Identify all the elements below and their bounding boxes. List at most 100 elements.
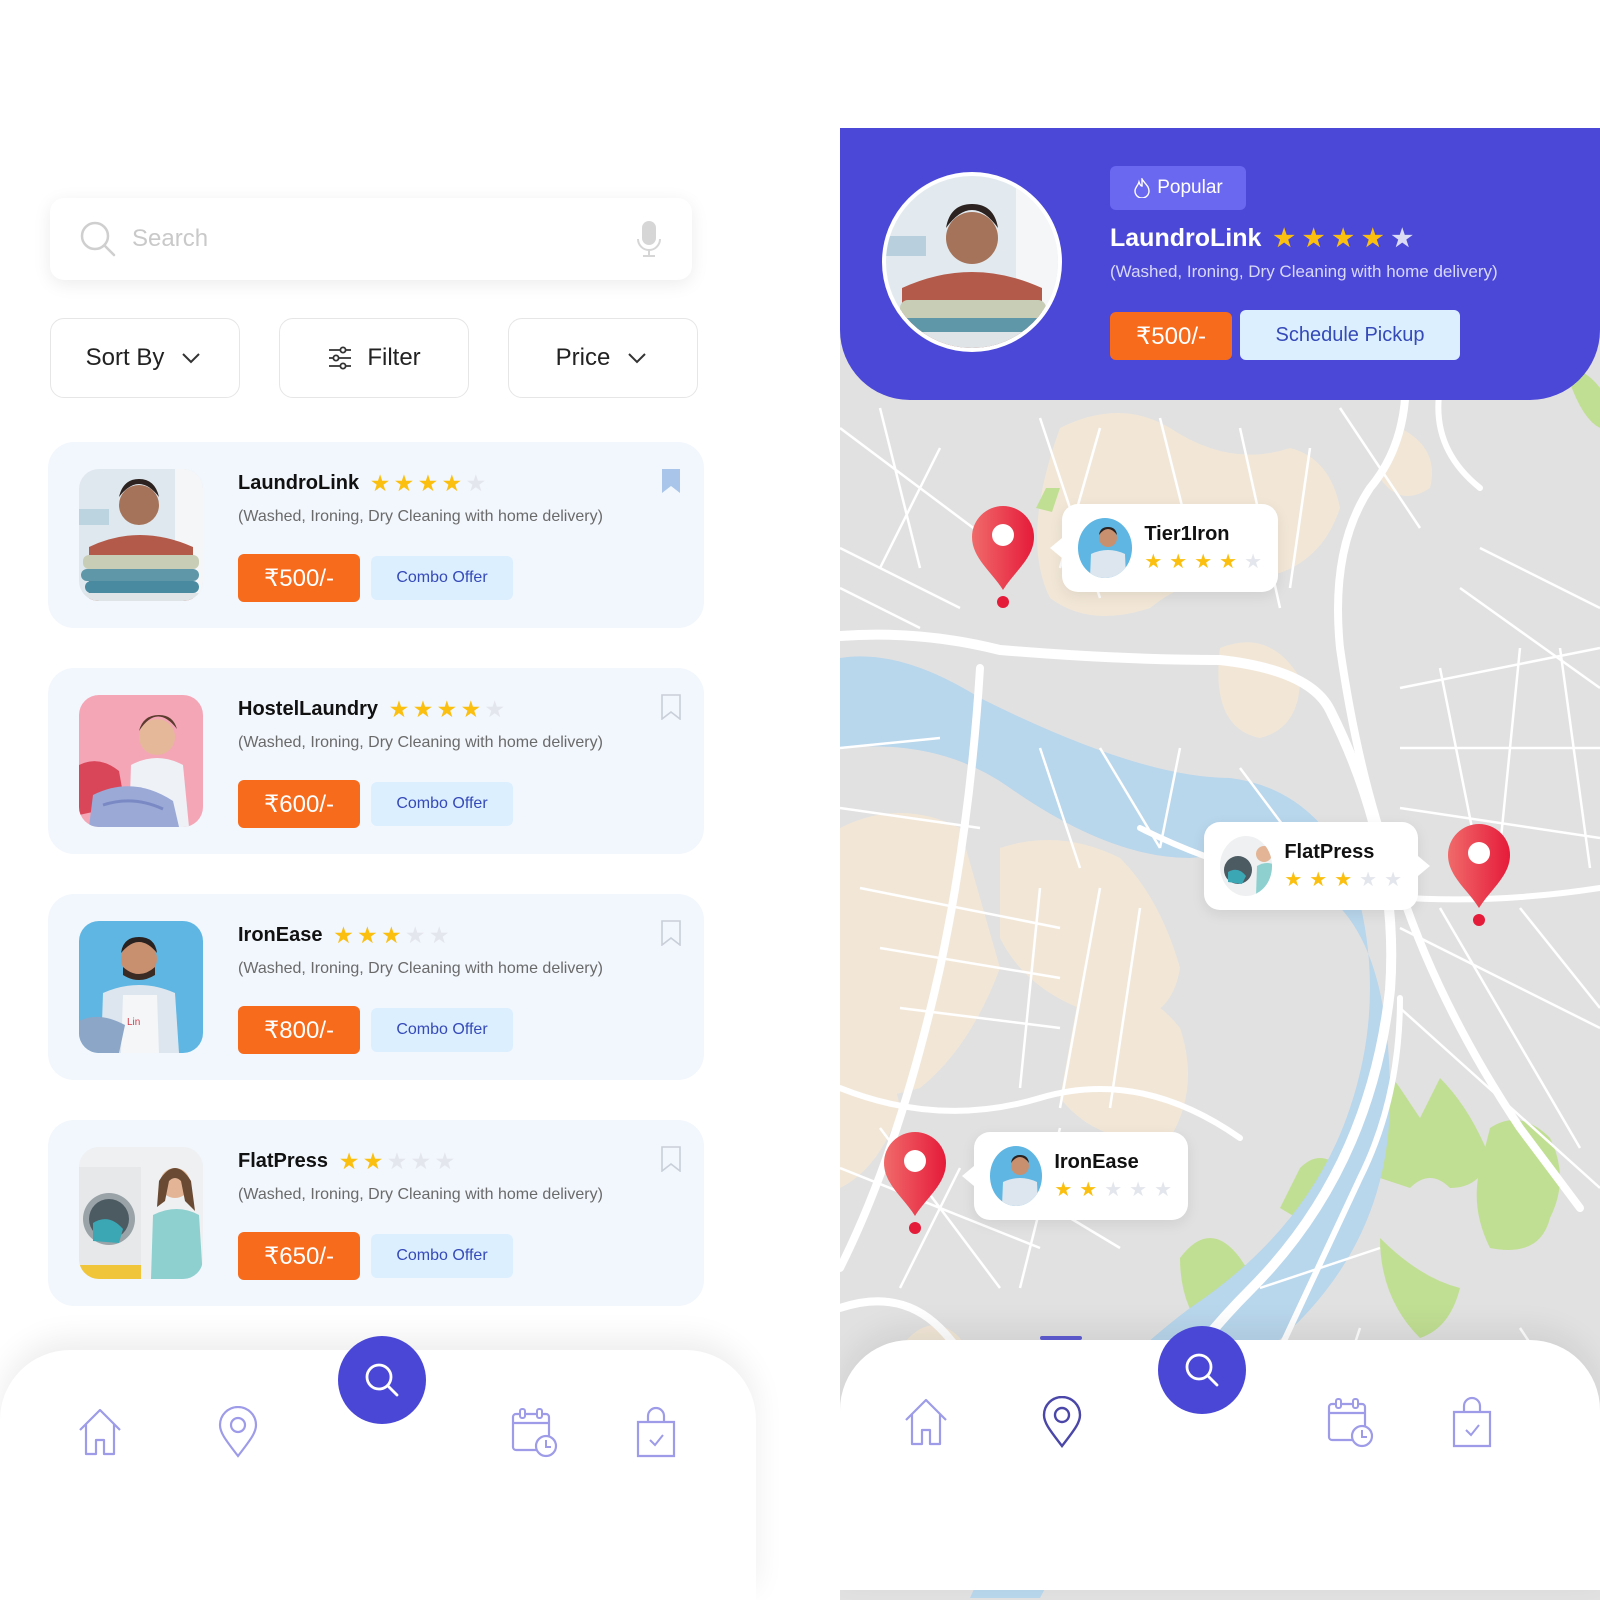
bookmark-filled-icon[interactable] bbox=[660, 468, 682, 494]
combo-offer-button[interactable]: Combo Offer bbox=[371, 1008, 513, 1052]
marker-provider-name: IronEase bbox=[1054, 1151, 1139, 1173]
sliders-icon bbox=[329, 346, 352, 370]
star-filled-icon: ★ bbox=[418, 472, 437, 495]
star-rating: ★ ★ ★ ★ ★ bbox=[1273, 224, 1413, 252]
star-filled-icon: ★ bbox=[371, 472, 390, 495]
star-filled-icon: ★ bbox=[1219, 551, 1238, 573]
location-icon[interactable] bbox=[214, 1406, 262, 1458]
sort-by-label: Sort By bbox=[85, 344, 165, 371]
marker-provider-name: Tier1Iron bbox=[1144, 523, 1230, 545]
bookmark-icon[interactable] bbox=[660, 694, 682, 720]
map-marker-card[interactable]: Tier1Iron ★ ★ ★ ★ ★ bbox=[1050, 504, 1278, 592]
marker-avatar bbox=[1220, 836, 1273, 896]
star-empty-icon: ★ bbox=[406, 924, 425, 947]
star-filled-icon: ★ bbox=[1334, 869, 1353, 891]
star-filled-icon: ★ bbox=[1302, 224, 1325, 252]
star-rating: ★ ★ ★ ★ ★ bbox=[390, 700, 504, 720]
price-tag: ₹800/- bbox=[238, 1006, 360, 1054]
star-filled-icon: ★ bbox=[340, 1150, 358, 1173]
schedule-pickup-button[interactable]: Schedule Pickup bbox=[1240, 310, 1460, 360]
microphone-icon[interactable] bbox=[634, 219, 664, 259]
star-filled-icon: ★ bbox=[1309, 869, 1328, 891]
combo-offer-button[interactable]: Combo Offer bbox=[371, 1234, 513, 1278]
marker-provider-name: FlatPress bbox=[1284, 841, 1375, 863]
search-input[interactable]: Search bbox=[132, 225, 634, 253]
bookmark-icon[interactable] bbox=[660, 920, 682, 946]
flame-icon bbox=[1134, 178, 1150, 198]
schedule-calendar-icon[interactable] bbox=[510, 1406, 558, 1458]
home-icon[interactable] bbox=[76, 1406, 124, 1458]
popular-badge: Popular bbox=[1110, 166, 1246, 210]
provider-photo bbox=[79, 469, 203, 601]
search-icon bbox=[80, 221, 116, 257]
map-pin-icon[interactable] bbox=[882, 1130, 948, 1240]
map-screen: Popular LaundroLink ★ ★ ★ ★ ★ (Washed, Ironi… bbox=[840, 128, 1600, 1600]
chevron-down-icon bbox=[628, 353, 647, 364]
price-label: Price bbox=[555, 344, 611, 371]
laundry-card[interactable]: HostelLaundry ★ ★ ★ ★ ★ (Washed, Ironing, Dr… bbox=[48, 668, 704, 854]
shopping-bag-icon[interactable] bbox=[632, 1406, 680, 1458]
marker-avatar bbox=[1078, 518, 1133, 578]
location-icon[interactable] bbox=[1038, 1396, 1086, 1448]
service-description: (Washed, Ironing, Dry Cleaning with home… bbox=[238, 960, 603, 977]
bottom-navigation bbox=[840, 1326, 1600, 1590]
star-filled-icon: ★ bbox=[395, 472, 413, 495]
svg-text:Lin: Lin bbox=[127, 1017, 140, 1028]
bookmark-icon[interactable] bbox=[660, 1146, 682, 1172]
schedule-calendar-icon[interactable] bbox=[1326, 1396, 1374, 1448]
star-filled-icon: ★ bbox=[413, 698, 432, 721]
star-rating: ★ ★ ★ ★ ★ bbox=[371, 474, 485, 494]
card-title-row: HostelLaundry ★ ★ ★ ★ ★ bbox=[238, 698, 504, 721]
combo-offer-button[interactable]: Combo Offer bbox=[371, 782, 513, 826]
home-icon[interactable] bbox=[902, 1396, 950, 1448]
provider-name: LaundroLink bbox=[238, 472, 360, 494]
star-empty-icon: ★ bbox=[430, 924, 449, 947]
filter-button[interactable]: Filter bbox=[279, 318, 469, 398]
price-tag: ₹500/- bbox=[238, 554, 360, 602]
star-rating: ★ ★ ★ ★ ★ bbox=[340, 1152, 454, 1172]
combo-offer-button[interactable]: Combo Offer bbox=[371, 556, 513, 600]
featured-provider-card: Popular LaundroLink ★ ★ ★ ★ ★ (Washed, Ironi… bbox=[840, 128, 1600, 400]
bottom-navigation bbox=[0, 1336, 756, 1600]
provider-name: FlatPress bbox=[238, 1150, 329, 1172]
service-description: (Washed, Ironing, Dry Cleaning with home… bbox=[238, 1186, 603, 1203]
chevron-down-icon bbox=[182, 353, 201, 364]
star-filled-icon: ★ bbox=[1054, 1179, 1073, 1201]
star-filled-icon: ★ bbox=[1284, 869, 1303, 891]
provider-photo bbox=[79, 1147, 203, 1279]
laundry-card[interactable]: LaundroLink ★ ★ ★ ★ ★ (Washed, Ironing, Dry … bbox=[48, 442, 704, 628]
provider-name: HostelLaundry bbox=[238, 698, 379, 720]
laundry-card[interactable]: FlatPress ★ ★ ★ ★ ★ (Washed, Ironing, Dry Cl… bbox=[48, 1120, 704, 1306]
star-filled-icon: ★ bbox=[1144, 551, 1163, 573]
star-empty-icon: ★ bbox=[1384, 869, 1402, 891]
filter-label: Filter bbox=[367, 344, 421, 371]
sort-by-button[interactable]: Sort By bbox=[50, 318, 240, 398]
list-screen: Search Sort By Filter Price LaundroLink … bbox=[0, 0, 760, 1600]
map-pin-icon[interactable] bbox=[1446, 822, 1512, 932]
star-filled-icon: ★ bbox=[1273, 224, 1295, 252]
search-bar[interactable]: Search bbox=[50, 198, 692, 280]
map-marker-card[interactable]: IronEase ★ ★ ★ ★ ★ bbox=[962, 1132, 1188, 1220]
star-filled-icon: ★ bbox=[1079, 1179, 1098, 1201]
search-nav-button[interactable] bbox=[338, 1336, 426, 1424]
map-pin-icon[interactable] bbox=[970, 504, 1036, 614]
star-filled-icon: ★ bbox=[1332, 224, 1354, 252]
search-nav-button[interactable] bbox=[1158, 1326, 1246, 1414]
star-filled-icon: ★ bbox=[437, 698, 456, 721]
laundry-card[interactable]: Lin IronEase ★ ★ ★ ★ ★ (Washed, Ironing, Dry… bbox=[48, 894, 704, 1080]
price-button[interactable]: Price bbox=[508, 318, 698, 398]
card-title-row: LaundroLink ★ ★ ★ ★ ★ bbox=[238, 472, 485, 495]
star-filled-icon: ★ bbox=[390, 698, 408, 721]
price-tag: ₹650/- bbox=[238, 1232, 360, 1280]
star-filled-icon: ★ bbox=[1194, 551, 1213, 573]
map-marker-card[interactable]: FlatPress ★ ★ ★ ★ ★ bbox=[1204, 822, 1430, 910]
provider-name: IronEase bbox=[238, 924, 323, 946]
card-title-row: FlatPress ★ ★ ★ ★ ★ bbox=[238, 1150, 454, 1173]
shopping-bag-icon[interactable] bbox=[1448, 1396, 1496, 1448]
featured-price-tag: ₹500/- bbox=[1110, 312, 1232, 360]
star-empty-icon: ★ bbox=[411, 1150, 430, 1173]
provider-photo: Lin bbox=[79, 921, 203, 1053]
star-filled-icon: ★ bbox=[1361, 224, 1384, 252]
featured-provider-avatar bbox=[882, 172, 1062, 352]
star-empty-icon: ★ bbox=[485, 698, 504, 721]
